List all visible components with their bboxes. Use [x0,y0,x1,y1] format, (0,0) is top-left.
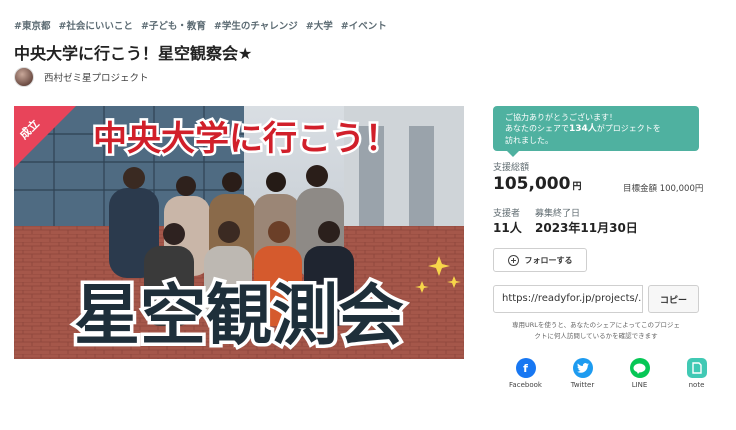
follow-button[interactable]: フォローする [493,248,587,272]
tag-link[interactable]: #学生のチャレンジ [214,18,298,32]
follow-label: フォローする [524,255,573,265]
share-visitor-count: 134人 [569,124,597,134]
total-amount: 105,000 円 [493,174,582,194]
hero-headline: 中央大学に行こう！ [93,119,399,159]
plus-circle-icon [507,254,519,266]
end-date-label: 募集終了日 [535,209,581,219]
supporters-label: 支援者 [493,209,521,219]
hero-big-text: 星空観測会 [74,277,404,354]
goal-amount: 目標金額 100,000円 [623,184,704,194]
owner-link[interactable]: 西村ゼミ星プロジェクト [14,67,149,87]
social-share-list: f Facebook Twitter LINE note [497,358,725,389]
tag-link[interactable]: #社会にいいこと [58,18,132,32]
cheer-line3: 訪れました。 [505,136,553,145]
share-thanks-balloon: ご協力ありがとうございます！ あなたのシェアで134人がプロジェクトを 訪れまし… [493,106,699,157]
share-url-field[interactable]: https://readyfor.jp/projects/... [493,285,643,313]
facebook-icon: f [515,358,536,378]
cheer-line1: ご協力ありがとうございます！ [505,113,617,122]
tag-link[interactable]: #子ども・教育 [141,18,206,32]
copy-url-button[interactable]: コピー [648,285,699,313]
cheer-line2: あなたのシェアで134人がプロジェクトを [505,124,661,134]
hero-photo: 中央大学に行こう！ 星空観測会 成立 [14,106,464,359]
share-facebook-button[interactable]: f Facebook [497,358,554,389]
supporters-count: 11人 [493,221,522,235]
twitter-icon [572,358,593,378]
line-icon [629,358,650,378]
project-hero-image: 中央大学に行こう！ 星空観測会 成立 [14,106,464,359]
page-title: 中央大学に行こう！星空観察会★ [14,44,253,63]
share-url-note: 専用URLを使うと、あなたのシェアによってこのプロジェ クトに何人訪問しているか… [511,321,681,340]
tag-link[interactable]: #大学 [306,18,333,32]
tag-link[interactable]: #東京都 [14,18,50,32]
share-line-button[interactable]: LINE [611,358,668,389]
avatar [14,67,34,87]
share-twitter-button[interactable]: Twitter [554,358,611,389]
note-icon [686,358,707,378]
end-date: 2023年11月30日 [535,221,638,235]
total-label: 支援総額 [493,163,530,173]
tag-link[interactable]: #イベント [341,18,387,32]
owner-name: 西村ゼミ星プロジェクト [44,73,149,84]
tag-list: #東京都 #社会にいいこと #子ども・教育 #学生のチャレンジ #大学 #イベン… [14,18,387,32]
share-note-button[interactable]: note [668,358,725,389]
